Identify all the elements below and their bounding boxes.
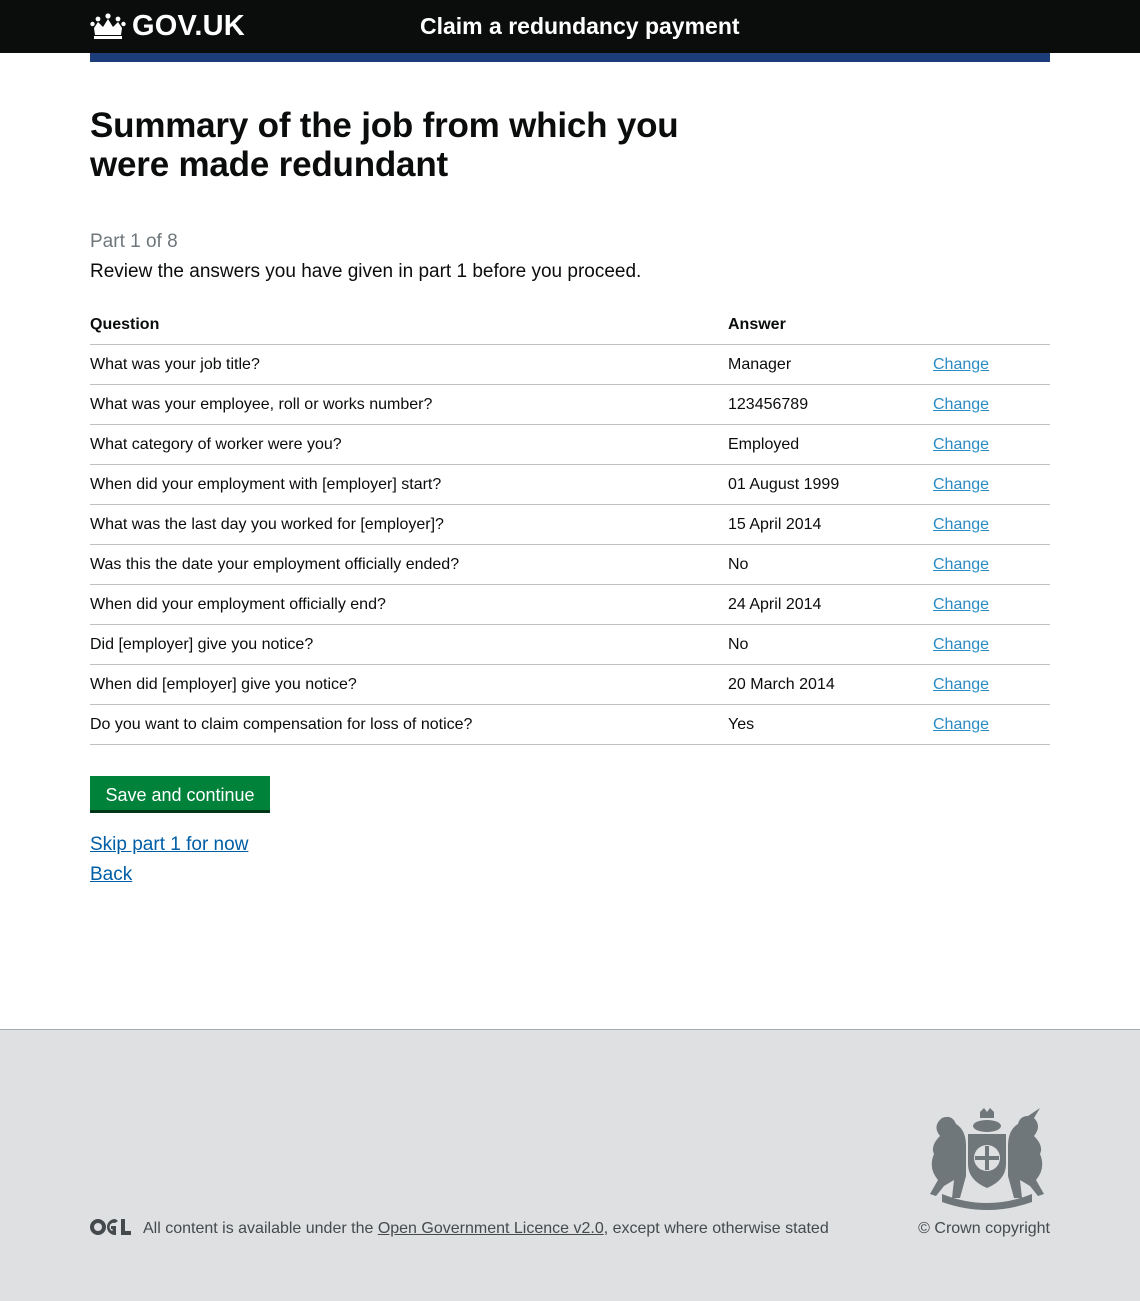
table-row: Was this the date your employment offici…: [90, 544, 1050, 585]
change-cell: Change: [933, 664, 1050, 705]
table-header-row: Question Answer: [90, 306, 1050, 345]
action-column-header: [933, 306, 1050, 345]
answer-cell: 123456789: [728, 384, 933, 425]
change-cell: Change: [933, 424, 1050, 465]
save-and-continue-button[interactable]: Save and continue: [90, 776, 270, 813]
table-row: Did [employer] give you notice? No Change: [90, 624, 1050, 665]
table-row: When did [employer] give you notice? 20 M…: [90, 664, 1050, 705]
page-title: Summary of the job from which you were m…: [90, 106, 679, 184]
table-row: What was the last day you worked for [em…: [90, 504, 1050, 545]
answer-cell: No: [728, 544, 933, 585]
table-row: What was your job title? Manager Change: [90, 344, 1050, 385]
change-link[interactable]: Change: [933, 556, 989, 573]
skip-part-link[interactable]: Skip part 1 for now: [90, 833, 248, 857]
change-cell: Change: [933, 344, 1050, 385]
table-row: What was your employee, roll or works nu…: [90, 384, 1050, 425]
part-indicator: Part 1 of 8: [90, 231, 178, 252]
answer-cell: 24 April 2014: [728, 584, 933, 625]
table-row: When did your employment with [employer]…: [90, 464, 1050, 505]
change-link[interactable]: Change: [933, 396, 989, 413]
question-cell: When did your employment officially end?: [90, 584, 728, 625]
question-cell: Was this the date your employment offici…: [90, 544, 728, 585]
answer-cell: Manager: [728, 344, 933, 385]
back-link[interactable]: Back: [90, 863, 132, 887]
question-cell: When did [employer] give you notice?: [90, 664, 728, 705]
change-cell: Change: [933, 544, 1050, 585]
logo-text: GOV.UK: [132, 10, 245, 42]
question-column-header: Question: [90, 306, 728, 345]
table-row: Do you want to claim compensation for lo…: [90, 704, 1050, 745]
intro-text: Review the answers you have given in par…: [90, 261, 642, 282]
question-cell: What was your job title?: [90, 344, 728, 385]
change-link[interactable]: Change: [933, 356, 989, 373]
answers-summary-table: Question Answer What was your job title?…: [90, 306, 1050, 745]
change-link[interactable]: Change: [933, 636, 989, 653]
question-cell: When did your employment with [employer]…: [90, 464, 728, 505]
change-link[interactable]: Change: [933, 436, 989, 453]
govuk-logo-link[interactable]: GOV.UK: [90, 9, 245, 43]
question-cell: What was your employee, roll or works nu…: [90, 384, 728, 425]
change-link[interactable]: Change: [933, 676, 989, 693]
change-cell: Change: [933, 704, 1050, 745]
question-cell: Do you want to claim compensation for lo…: [90, 704, 728, 745]
service-name-link[interactable]: Claim a redundancy payment: [420, 10, 740, 42]
change-cell: Change: [933, 464, 1050, 505]
site-footer: All content is available under the Open …: [0, 1029, 1140, 1301]
table-row: What category of worker were you? Employe…: [90, 424, 1050, 465]
licence-text: All content is available under the Open …: [143, 1218, 829, 1240]
change-link[interactable]: Change: [933, 476, 989, 493]
licence-prefix: All content is available under the: [143, 1220, 378, 1237]
change-cell: Change: [933, 624, 1050, 665]
answer-cell: 01 August 1999: [728, 464, 933, 505]
question-cell: What category of worker were you?: [90, 424, 728, 465]
answer-cell: Employed: [728, 424, 933, 465]
change-cell: Change: [933, 584, 1050, 625]
royal-coat-of-arms-icon: [922, 1106, 1052, 1215]
table-row: When did your employment officially end?…: [90, 584, 1050, 625]
answer-cell: No: [728, 624, 933, 665]
answer-cell: 20 March 2014: [728, 664, 933, 705]
change-link[interactable]: Change: [933, 716, 989, 733]
site-header: GOV.UK Claim a redundancy payment: [0, 0, 1140, 53]
ogl-logo-icon: [90, 1218, 131, 1241]
change-cell: Change: [933, 384, 1050, 425]
open-government-licence-link[interactable]: Open Government Licence v2.0: [378, 1220, 604, 1237]
crown-copyright-link[interactable]: © Crown copyright: [918, 1218, 1050, 1240]
change-link[interactable]: Change: [933, 516, 989, 533]
answer-cell: 15 April 2014: [728, 504, 933, 545]
question-cell: What was the last day you worked for [em…: [90, 504, 728, 545]
header-blue-bar: [90, 53, 1050, 62]
answer-column-header: Answer: [728, 306, 933, 345]
licence-suffix: , except where otherwise stated: [603, 1220, 829, 1237]
question-cell: Did [employer] give you notice?: [90, 624, 728, 665]
change-cell: Change: [933, 504, 1050, 545]
crown-icon: [90, 12, 126, 40]
change-link[interactable]: Change: [933, 596, 989, 613]
answer-cell: Yes: [728, 704, 933, 745]
